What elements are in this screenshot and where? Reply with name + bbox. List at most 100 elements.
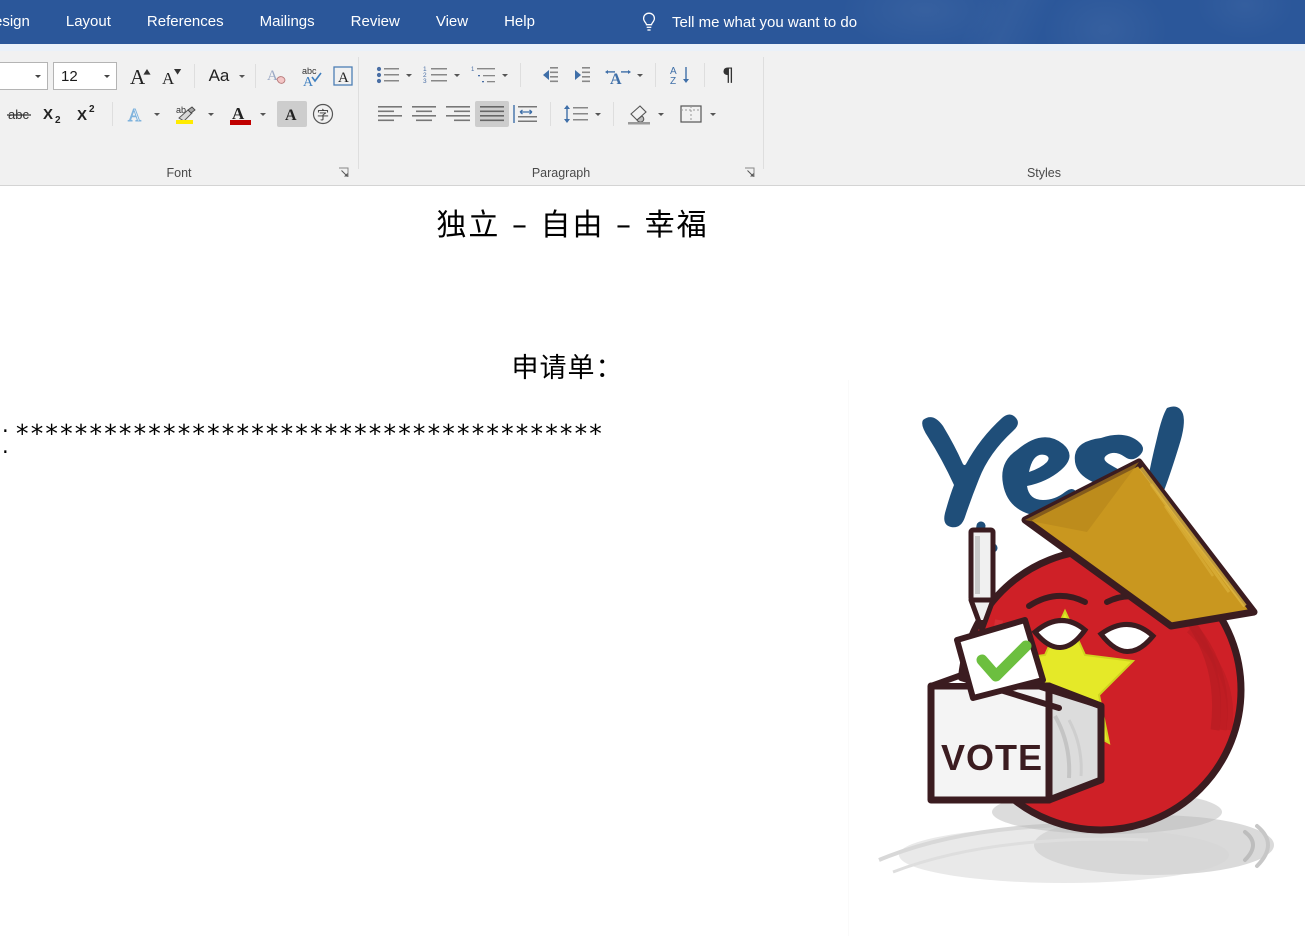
subscript-button[interactable]: X 2 [36,101,70,127]
chevron-down-icon [102,68,112,85]
text-effects-chevron[interactable] [151,101,163,127]
font-group: 12 A A Aa A abc A A abc X 2 X 2 A ab A A… [0,51,358,186]
font-color-button[interactable]: A [225,101,257,127]
svg-text:A: A [128,105,141,125]
show-formatting-marks-button[interactable]: ¶ [714,62,742,88]
font-group-row-1: 12 A A Aa A abc A A [0,62,359,90]
separator [194,64,195,88]
character-shading-button[interactable]: A [277,101,307,127]
font-dialog-launcher[interactable] [338,166,350,178]
separator [255,64,256,88]
separator [112,102,113,126]
shrink-font-button[interactable]: A [157,63,187,89]
tab-layout[interactable]: Layout [48,0,129,44]
highlight-color-button[interactable]: ab [171,101,205,127]
clear-formatting-button[interactable]: A [263,63,295,89]
numbering-button[interactable]: 1 2 3 [421,62,451,88]
shading-chevron[interactable] [655,101,667,127]
svg-text:3: 3 [423,78,427,85]
grow-font-button[interactable]: A [127,63,157,89]
superscript-button[interactable]: X 2 [70,101,104,127]
paragraph-dialog-launcher[interactable] [744,166,756,178]
multilevel-list-chevron[interactable] [499,62,511,88]
svg-text:A: A [162,69,175,88]
svg-text:A: A [610,71,622,86]
styles-group-label: Styles [1026,166,1062,180]
paragraph-group-label: Paragraph [531,166,591,180]
separator [520,63,521,87]
tab-view[interactable]: View [418,0,486,44]
svg-text:2: 2 [55,115,61,125]
character-border-button[interactable]: A [327,63,359,89]
tab-references[interactable]: References [129,0,242,44]
asterisk-line: **************************************** [16,419,604,448]
align-center-button[interactable] [407,101,441,127]
styles-group: AaBbCcDc ¶ Normal AaBbCcDc ¶ No Spac... … [764,51,1305,186]
strikethrough-button[interactable]: abc [2,101,36,127]
vietnam-countryball-illustration: VOTE [878,406,1274,883]
bullet-marker: · [2,440,9,464]
shading-button[interactable] [623,101,655,127]
change-case-chevron[interactable] [236,63,248,89]
paragraph-group-row-1: 1 2 3 1 A A Z ¶ [373,62,742,88]
svg-text:A: A [130,65,146,88]
justify-button[interactable] [475,101,509,127]
text-effects-button[interactable]: A [121,101,151,127]
paragraph-group-row-2 [373,101,719,127]
svg-text:X: X [43,106,53,123]
document-motto-line: 独立 – 自由 – 幸福 [436,208,709,243]
font-size-combo[interactable]: 12 [53,62,117,90]
svg-text:A: A [285,107,297,124]
decrease-indent-button[interactable] [530,62,562,88]
ballot-box-text: VOTE [941,737,1043,778]
sort-button[interactable]: A Z [665,62,695,88]
ribbon-tab-bar: esign Layout References Mailings Review … [0,0,1305,44]
numbering-chevron[interactable] [451,62,463,88]
svg-text:A: A [338,70,349,86]
ribbon-body: 12 A A Aa A abc A A abc X 2 X 2 A ab A A… [0,51,1305,186]
tab-help[interactable]: Help [486,0,553,44]
document-image-vietnam-countryball[interactable]: VOTE [848,380,1305,936]
bullet-marker: · [2,419,9,443]
increase-indent-button[interactable] [562,62,594,88]
tab-mailings[interactable]: Mailings [242,0,333,44]
ribbon-edge-strip [0,44,1305,51]
paragraph-group: 1 2 3 1 A A Z ¶ Paragraph [359,51,763,186]
separator [550,102,551,126]
line-spacing-button[interactable] [560,101,592,127]
enclose-characters-button[interactable]: 字 [307,101,339,127]
spelling-check-button[interactable]: abc A [295,63,327,89]
font-group-label: Font [166,166,192,180]
lightbulb-icon [640,11,658,33]
svg-text:A: A [267,68,278,84]
bullets-chevron[interactable] [403,62,415,88]
pilcrow-icon: ¶ [721,64,735,86]
chevron-down-icon [33,68,43,85]
font-group-row-2: abc X 2 X 2 A ab A A 字 [2,101,339,127]
borders-chevron[interactable] [707,101,719,127]
svg-text:1: 1 [471,67,475,73]
asian-layout-button[interactable]: A [602,62,634,88]
line-spacing-chevron[interactable] [592,101,604,127]
align-right-button[interactable] [441,101,475,127]
tab-review[interactable]: Review [333,0,418,44]
svg-text:2: 2 [89,104,95,115]
highlight-chevron[interactable] [205,101,217,127]
svg-text:字: 字 [317,107,329,122]
bullets-button[interactable] [373,62,403,88]
font-color-chevron[interactable] [257,101,269,127]
tab-design[interactable]: esign [0,0,48,44]
multilevel-list-button[interactable]: 1 [469,62,499,88]
borders-button[interactable] [675,101,707,127]
tell-me-search[interactable]: Tell me what you want to do [640,0,857,44]
svg-text:Z: Z [670,76,676,86]
change-case-button[interactable]: Aa [202,63,236,89]
document-page[interactable]: 独立 – 自由 – 幸福 申请单： · ********************… [0,186,1305,936]
align-left-button[interactable] [373,101,407,127]
separator [655,63,656,87]
font-name-combo[interactable] [0,62,48,90]
distribute-button[interactable] [509,101,541,127]
asian-layout-chevron[interactable] [634,62,646,88]
bullet-list-item-1: · **************************************… [2,419,604,448]
font-size-value: 12 [61,67,78,85]
